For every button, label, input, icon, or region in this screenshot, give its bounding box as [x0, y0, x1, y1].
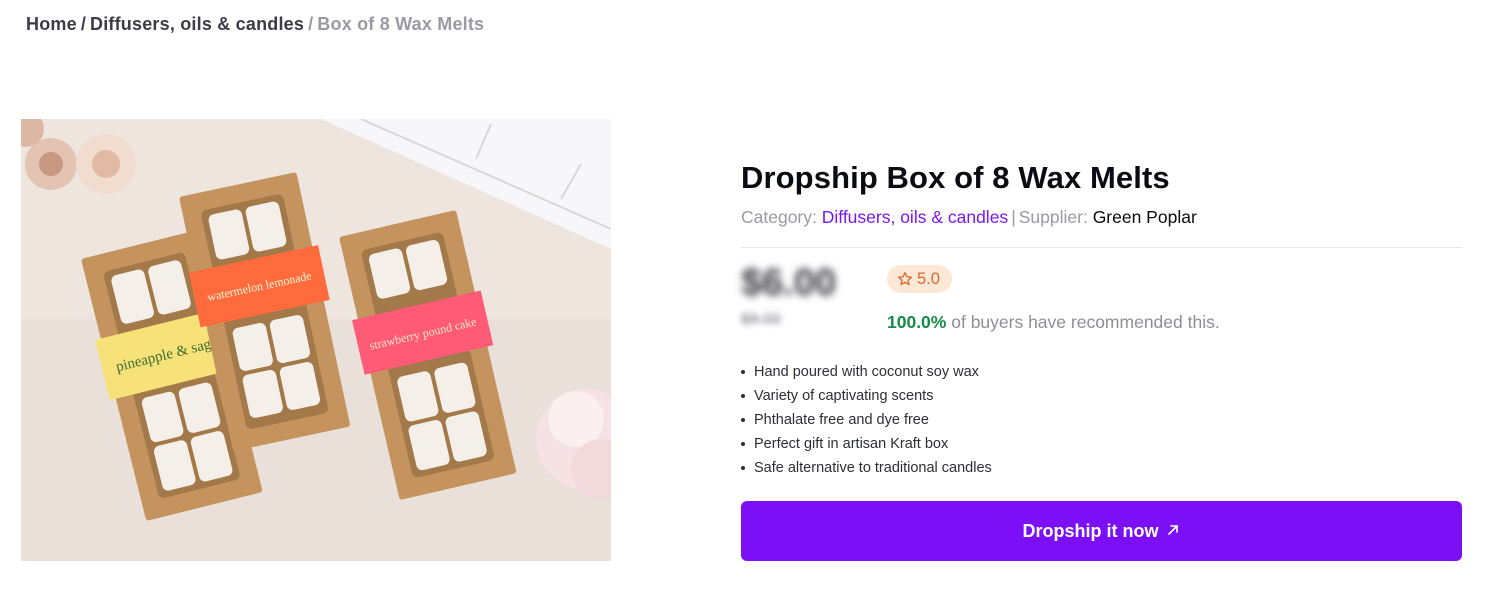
- bullet: [741, 370, 745, 374]
- list-item: Safe alternative to traditional candles: [741, 456, 992, 480]
- recommend-percentage: 100.0%: [887, 312, 947, 332]
- feature-text: Variety of captivating scents: [754, 388, 934, 404]
- supplier-label: Supplier:: [1018, 207, 1088, 227]
- star-outline-icon: [897, 271, 913, 287]
- list-item: Phthalate free and dye free: [741, 408, 992, 432]
- breadcrumb-category-link[interactable]: Diffusers, oils & candles: [90, 14, 304, 34]
- product-meta: Category: Diffusers, oils & candles | Supp…: [741, 207, 1197, 228]
- breadcrumb-separator: /: [308, 14, 314, 34]
- meta-divider: |: [1011, 207, 1016, 227]
- price-value: $6.00: [741, 262, 837, 304]
- feature-text: Safe alternative to traditional candles: [754, 460, 992, 476]
- recommend-text: of buyers have recommended this.: [951, 312, 1220, 332]
- supplier-name: Green Poplar: [1092, 207, 1197, 227]
- rating-badge: 5.0: [887, 265, 952, 293]
- original-price: $8.00: [741, 311, 782, 328]
- product-title: Dropship Box of 8 Wax Melts: [741, 160, 1170, 195]
- bullet: [741, 466, 745, 470]
- bullet: [741, 418, 745, 422]
- list-item: Hand poured with coconut soy wax: [741, 360, 992, 384]
- breadcrumb: Home / Diffusers, oils & candles / Box of 8 …: [26, 14, 484, 35]
- list-item: Variety of captivating scents: [741, 384, 992, 408]
- category-label: Category:: [741, 207, 817, 227]
- list-item: Perfect gift in artisan Kraft box: [741, 432, 992, 456]
- breadcrumb-current: Box of 8 Wax Melts: [317, 14, 485, 34]
- product-photo-illustration: pineapple & sage watermelon lemonade str…: [21, 119, 611, 561]
- feature-text: Perfect gift in artisan Kraft box: [754, 436, 949, 452]
- breadcrumb-separator: /: [80, 14, 87, 34]
- breadcrumb-home-link[interactable]: Home: [26, 14, 77, 34]
- bullet: [741, 394, 745, 398]
- bullet: [741, 442, 745, 446]
- product-image[interactable]: pineapple & sage watermelon lemonade str…: [21, 119, 611, 561]
- category-link[interactable]: Diffusers, oils & candles: [822, 207, 1008, 227]
- feature-text: Hand poured with coconut soy wax: [754, 364, 979, 380]
- section-divider: [741, 247, 1462, 248]
- recommendation: 100.0% of buyers have recommended this.: [887, 312, 1220, 333]
- feature-list: Hand poured with coconut soy wax Variety…: [741, 360, 992, 480]
- feature-text: Phthalate free and dye free: [754, 412, 929, 428]
- dropship-button-label: Dropship it now: [1022, 520, 1159, 541]
- arrow-up-right-icon: [1166, 521, 1180, 542]
- rating-value: 5.0: [917, 269, 940, 288]
- dropship-now-button[interactable]: Dropship it now: [741, 501, 1462, 561]
